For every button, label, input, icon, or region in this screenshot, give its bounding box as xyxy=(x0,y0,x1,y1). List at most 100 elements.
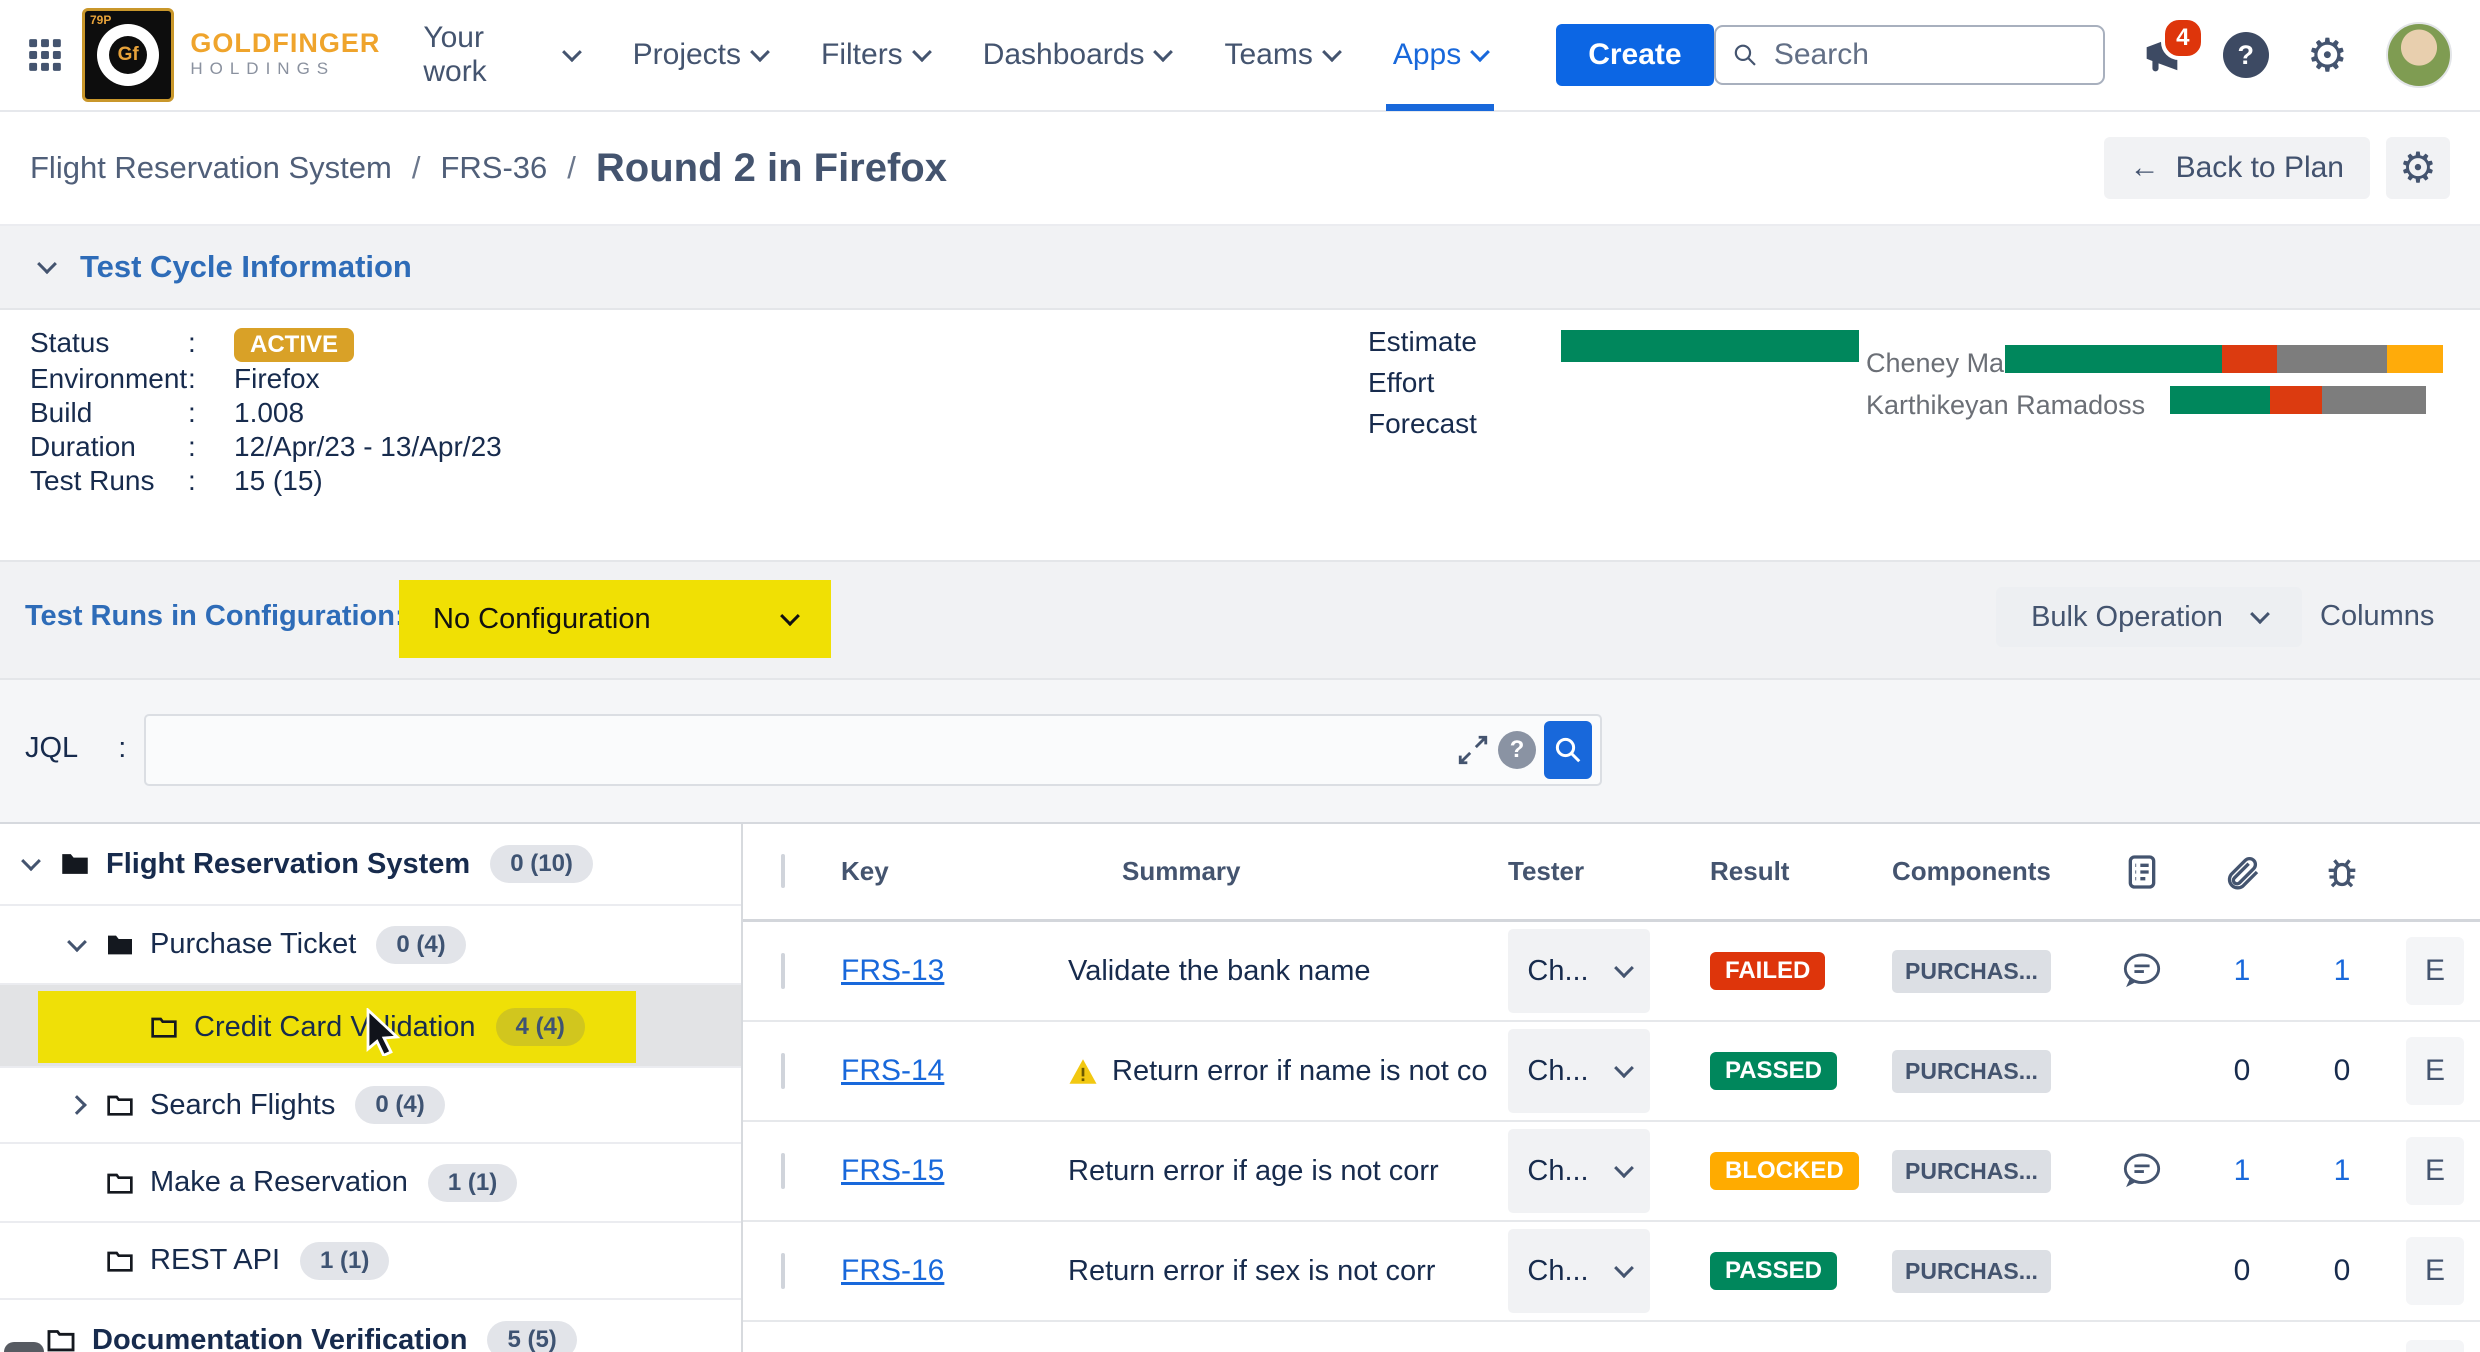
columns-button[interactable]: Columns xyxy=(2320,600,2434,633)
col-components: Components xyxy=(1892,856,2092,887)
tree-item-rest-api[interactable]: REST API 1 (1) xyxy=(0,1223,741,1300)
search-icon xyxy=(1732,40,1758,70)
attachment-count: 0 xyxy=(2234,1254,2251,1288)
chevron-down-icon xyxy=(780,606,800,626)
row-checkbox[interactable] xyxy=(781,1253,785,1289)
nav-menu-apps[interactable]: Apps xyxy=(1366,0,1514,111)
nav-menu-teams[interactable]: Teams xyxy=(1197,0,1365,111)
row-checkbox[interactable] xyxy=(781,1153,785,1189)
issue-key-link[interactable]: FRS-15 xyxy=(841,1154,944,1187)
tester-dropdown[interactable]: Ch... xyxy=(1508,1029,1650,1113)
tester-name: Cheney Ma xyxy=(1866,348,2004,379)
steps-icon xyxy=(2092,852,2192,892)
cycle-fields: Status : ACTIVE Environment : Firefox Bu… xyxy=(30,326,502,498)
expand-icon[interactable] xyxy=(1456,733,1490,767)
breadcrumb-issue-link[interactable]: FRS-36 xyxy=(440,150,547,186)
highlighted-folder[interactable]: Credit Card Validation 4 (4) xyxy=(38,991,636,1063)
main-content: Flight Reservation System 0 (10) Purchas… xyxy=(0,824,2480,1352)
breadcrumb-project-link[interactable]: Flight Reservation System xyxy=(30,150,392,186)
chevron-down-icon xyxy=(2250,604,2270,624)
comment-icon[interactable] xyxy=(2092,953,2192,989)
tester-dropdown[interactable]: Ch... xyxy=(1508,1229,1650,1313)
row-checkbox[interactable] xyxy=(781,1053,785,1089)
field-status: Status : ACTIVE xyxy=(30,326,502,362)
defect-count[interactable]: 1 xyxy=(2334,1154,2351,1188)
test-cycle-section-header[interactable]: Test Cycle Information xyxy=(0,226,2480,310)
tree-item-documentation-verification[interactable]: Documentation Verification 5 (5) xyxy=(0,1300,741,1352)
user-avatar[interactable] xyxy=(2386,22,2452,88)
bulk-operation-button[interactable]: Bulk Operation xyxy=(1996,587,2302,647)
configuration-bar: Test Runs in Configuration: No Configura… xyxy=(0,562,2480,680)
issue-key-link[interactable]: FRS-13 xyxy=(841,954,944,987)
chevron-down-icon xyxy=(1614,1258,1634,1278)
test-run-table: Key Summary Tester Result Components xyxy=(743,824,2480,1352)
global-search xyxy=(1714,25,2105,85)
jql-help-button[interactable]: ? xyxy=(1498,731,1536,769)
col-summary: Summary xyxy=(1068,856,1508,887)
back-to-plan-button[interactable]: ← Back to Plan xyxy=(2104,137,2370,199)
nav-menu-your-work[interactable]: Your work xyxy=(396,0,605,111)
chevron-down-icon xyxy=(1614,1158,1634,1178)
notifications-button[interactable]: 4 xyxy=(2139,30,2185,81)
search-input[interactable] xyxy=(1772,37,2087,73)
brand-logo-tag: 79P xyxy=(90,13,111,27)
comment-icon[interactable] xyxy=(2092,1153,2192,1189)
jql-label: JQL : xyxy=(25,732,126,765)
nav-menu-projects[interactable]: Projects xyxy=(606,0,794,111)
execute-button[interactable]: E xyxy=(2406,1037,2464,1105)
tree-item-make-a-reservation[interactable]: Make a Reservation 1 (1) xyxy=(0,1144,741,1223)
nav-menu-dashboards[interactable]: Dashboards xyxy=(956,0,1198,111)
execute-button[interactable]: E xyxy=(2406,1137,2464,1205)
chevron-right-icon[interactable] xyxy=(67,1095,87,1115)
forecast-label: Forecast xyxy=(1368,408,1477,440)
execute-button[interactable]: E xyxy=(2406,1237,2464,1305)
breadcrumb: Flight Reservation System / FRS-36 / Rou… xyxy=(30,146,947,191)
cycle-settings-button[interactable]: ⚙ xyxy=(2386,137,2450,199)
result-badge[interactable]: PASSED xyxy=(1710,1052,1837,1090)
run-count-badge: 4 (4) xyxy=(496,1008,585,1046)
folder-icon xyxy=(104,929,136,961)
defect-count[interactable]: 1 xyxy=(2334,954,2351,988)
result-badge[interactable]: BLOCKED xyxy=(1710,1152,1859,1190)
status-badge: ACTIVE xyxy=(234,328,354,362)
app-switcher-icon[interactable] xyxy=(26,36,64,74)
col-tester: Tester xyxy=(1508,856,1710,887)
run-count-badge: 0 (4) xyxy=(376,926,465,964)
tester-dropdown[interactable]: Ch... xyxy=(1508,929,1650,1013)
chevron-down-icon xyxy=(1470,42,1490,62)
folder-outline-icon xyxy=(104,1167,136,1199)
attachment-count[interactable]: 1 xyxy=(2234,954,2251,988)
brand-logo[interactable]: 79P Gf xyxy=(82,8,174,102)
chevron-down-icon xyxy=(562,42,582,62)
tree-item-flight-reservation-system[interactable]: Flight Reservation System 0 (10) xyxy=(0,824,741,906)
settings-gear-icon[interactable]: ⚙ xyxy=(2307,32,2348,78)
component-badge: PURCHAS... xyxy=(1892,1150,2051,1193)
run-count-badge: 0 (4) xyxy=(355,1086,444,1124)
result-badge[interactable]: FAILED xyxy=(1710,952,1825,990)
chevron-down-icon xyxy=(750,42,770,62)
create-button[interactable]: Create xyxy=(1556,24,1713,86)
configuration-dropdown[interactable]: No Configuration xyxy=(399,580,831,658)
chevron-down-icon[interactable] xyxy=(67,932,87,952)
issue-key-link[interactable]: FRS-16 xyxy=(841,1254,944,1287)
nav-menu-filters[interactable]: Filters xyxy=(794,0,956,111)
run-count-badge: 5 (5) xyxy=(487,1321,576,1352)
select-all-checkbox[interactable] xyxy=(781,854,785,888)
tree-item-search-flights[interactable]: Search Flights 0 (4) xyxy=(0,1068,741,1144)
tester-progress-bar xyxy=(2005,345,2443,373)
issue-key-link[interactable]: FRS-14 xyxy=(841,1054,944,1087)
effort-label: Effort xyxy=(1368,367,1434,399)
brand-sub: HOLDINGS xyxy=(190,57,380,81)
row-checkbox[interactable] xyxy=(781,953,785,989)
attachment-count[interactable]: 1 xyxy=(2234,1154,2251,1188)
chevron-down-icon[interactable] xyxy=(21,851,41,871)
result-badge[interactable]: PASSED xyxy=(1710,1252,1837,1290)
jql-input[interactable] xyxy=(146,734,1456,766)
jql-search-button[interactable] xyxy=(1544,721,1592,779)
tester-dropdown[interactable]: Ch... xyxy=(1508,1129,1650,1213)
gear-icon: ⚙ xyxy=(2399,145,2437,191)
help-button[interactable]: ? xyxy=(2223,32,2269,78)
execute-button[interactable]: E xyxy=(2406,937,2464,1005)
tree-item-purchase-ticket[interactable]: Purchase Ticket 0 (4) xyxy=(0,906,741,985)
collapse-chevron-icon xyxy=(37,254,57,274)
